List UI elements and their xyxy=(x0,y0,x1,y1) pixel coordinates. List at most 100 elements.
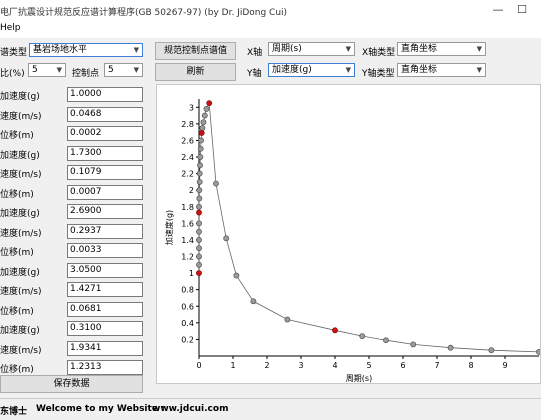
control-point xyxy=(206,100,213,107)
param-label: 位移(m) xyxy=(0,248,34,258)
y-axis-value: 加速度(g) xyxy=(272,65,312,75)
param-label: 速度(m/s) xyxy=(0,228,42,239)
data-point xyxy=(199,125,206,131)
data-point xyxy=(196,203,202,210)
data-point xyxy=(284,316,291,323)
ratio-select[interactable]: 5 ▼ xyxy=(28,63,66,77)
y-tick-label: 1 xyxy=(189,269,194,278)
minimize-button[interactable]: — xyxy=(490,3,506,17)
spectrum-plot: 0 1 2 3 4 5 6 7 8 9 0.2 0.4 0.6 0.8 1 1.2 1.4 1.6 1.8 2 2.2 2… xyxy=(156,84,541,384)
chevron-down-icon: ▼ xyxy=(476,45,482,53)
param-value-field[interactable]: 1.0000 xyxy=(67,87,143,102)
data-point xyxy=(196,261,202,268)
data-point xyxy=(233,272,240,279)
param-value-field[interactable]: 2.6900 xyxy=(67,204,143,219)
y-tick-label: 2.4 xyxy=(181,153,194,162)
data-point xyxy=(196,245,202,252)
data-point xyxy=(197,162,203,169)
param-label: 速度(m/s) xyxy=(0,287,42,297)
x-tick-label: 5 xyxy=(366,361,371,370)
x-tick-label: 0 xyxy=(196,361,201,370)
data-point xyxy=(203,106,210,112)
data-point xyxy=(196,228,202,235)
y-axis-type-select[interactable]: 直角坐标 ▼ xyxy=(397,63,486,77)
data-point xyxy=(196,187,203,194)
param-value-field[interactable]: 0.0468 xyxy=(67,106,143,122)
data-point xyxy=(196,253,202,260)
param-label: 位移(m) xyxy=(0,131,34,141)
menu-help[interactable]: Help xyxy=(0,23,21,33)
data-point xyxy=(213,180,219,187)
param-value-field[interactable]: 0.0033 xyxy=(67,243,143,258)
param-value-field[interactable]: 0.2937 xyxy=(67,223,143,239)
x-tick-label: 4 xyxy=(332,361,337,370)
param-label: 加速度(g) xyxy=(0,209,40,219)
x-tick-label: 2 xyxy=(264,361,269,370)
data-point xyxy=(359,333,366,340)
data-point xyxy=(197,145,204,152)
x-axis-value: 周期(s) xyxy=(272,44,302,54)
y-tick-label: 1.2 xyxy=(181,253,194,262)
spectrum-type-select[interactable]: 基岩场地水平 ▼ xyxy=(29,43,143,57)
chevron-down-icon: ▼ xyxy=(56,66,62,74)
param-value-field[interactable]: 1.4271 xyxy=(67,282,143,297)
maximize-button[interactable]: ☐ xyxy=(514,3,530,17)
param-value-field[interactable]: 3.0500 xyxy=(67,262,143,278)
x-axis-select[interactable]: 周期(s) ▼ xyxy=(268,42,355,56)
chevron-down-icon: ▼ xyxy=(133,66,139,74)
data-point xyxy=(196,220,202,227)
data-point xyxy=(196,179,203,185)
x-axis-type-label: X轴类型 xyxy=(362,48,396,58)
param-label: 加速度(g) xyxy=(0,92,40,102)
control-point xyxy=(196,270,202,276)
spectrum-line xyxy=(198,101,540,353)
data-point xyxy=(197,154,204,160)
y-tick-label: 2.8 xyxy=(181,120,194,129)
x-tick-label: 7 xyxy=(434,361,439,370)
refresh-button[interactable]: 刷新 xyxy=(155,63,236,81)
control-points-value: 5 xyxy=(108,65,114,75)
y-axis-type-value: 直角坐标 xyxy=(401,65,438,75)
chevron-down-icon: ▼ xyxy=(345,45,351,53)
y-tick-label: 1.8 xyxy=(181,203,194,212)
y-tick-label: 1.4 xyxy=(181,236,194,245)
param-value-field[interactable]: 0.0002 xyxy=(67,126,143,141)
y-tick-label: 2.2 xyxy=(181,170,194,179)
y-axis-label: Y轴 xyxy=(247,69,262,79)
status-website[interactable]: www.jdcui.com xyxy=(152,404,228,414)
x-axis-type-select[interactable]: 直角坐标 ▼ xyxy=(397,42,486,56)
ratio-label: 比(%) xyxy=(0,69,25,79)
param-value-field[interactable]: 1.2313 xyxy=(67,360,143,375)
param-value-field[interactable]: 0.1079 xyxy=(67,165,143,180)
x-tick-label: 3 xyxy=(298,361,303,370)
param-value-field[interactable]: 0.0681 xyxy=(67,301,143,317)
data-point xyxy=(488,347,495,354)
control-point xyxy=(198,130,205,136)
menu-bar: Help xyxy=(0,22,541,38)
param-label: 位移(m) xyxy=(0,306,34,317)
control-points-select[interactable]: 5 ▼ xyxy=(104,63,143,77)
param-value-field[interactable]: 1.7300 xyxy=(67,145,143,161)
param-label: 加速度(g) xyxy=(0,326,40,336)
param-label: 速度(m/s) xyxy=(0,345,42,356)
param-value-field[interactable]: 1.9341 xyxy=(67,340,143,356)
y-tick-label: 1.6 xyxy=(181,219,194,228)
save-data-button[interactable]: 保存数据 xyxy=(0,375,143,393)
window-title: 电厂抗震设计规范反应谱计算程序(GB 50267-97) (by Dr. JiD… xyxy=(0,8,288,18)
spec-control-points-button[interactable]: 规范控制点谱值 xyxy=(155,42,236,60)
data-point xyxy=(447,344,454,351)
param-value-field[interactable]: 0.0007 xyxy=(67,184,143,200)
data-point xyxy=(383,337,389,344)
param-value-field[interactable]: 0.3100 xyxy=(67,321,143,336)
param-label: 速度(m/s) xyxy=(0,111,42,122)
chevron-down-icon: ▼ xyxy=(476,66,482,74)
x-tick-label: 9 xyxy=(502,361,507,370)
y-tick-label: 0.6 xyxy=(181,302,194,311)
x-axis-title: 周期(s) xyxy=(346,374,372,383)
y-axis-select[interactable]: 加速度(g) ▼ xyxy=(268,63,355,77)
spectrum-type-label: 谱类型 xyxy=(0,48,28,58)
x-axis-type-value: 直角坐标 xyxy=(401,44,438,54)
param-label: 位移(m) xyxy=(0,189,34,200)
data-point xyxy=(196,237,202,243)
x-tick-label: 8 xyxy=(468,361,473,370)
